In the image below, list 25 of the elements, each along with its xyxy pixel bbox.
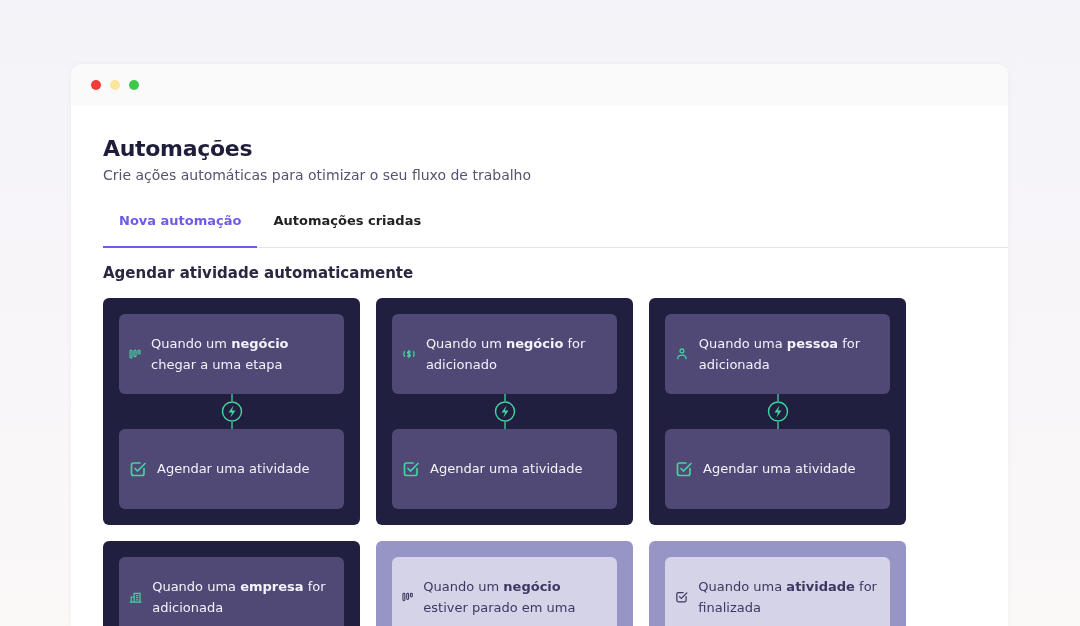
- window-control[interactable]: [129, 80, 139, 90]
- lightning-connector-icon: [493, 393, 516, 429]
- automation-card[interactable]: Quando um negócio for adicionado Agendar uma atividade: [376, 297, 633, 525]
- page-title: Automações: [103, 136, 254, 161]
- checkbox-icon: [129, 459, 147, 478]
- action-text: Agendar uma atividade: [703, 460, 856, 478]
- tab[interactable]: Automações criadas: [257, 213, 438, 248]
- action-text: Agendar uma atividade: [157, 460, 310, 478]
- trigger-text: Quando um negócio chegar a uma etapa: [151, 334, 290, 374]
- action-text: Agendar uma atividade: [430, 460, 583, 478]
- page-subtitle: Crie ações automáticas para otimizar o seu fluxo de trabalho: [103, 167, 533, 183]
- checkbox-icon: [675, 459, 693, 478]
- trigger-text: Quando uma pessoa for adicionada: [698, 334, 862, 374]
- lightning-connector-icon: [220, 393, 243, 429]
- checkbox-icon: [402, 459, 420, 478]
- automation-card[interactable]: Quando uma pessoa for adicionada Agendar uma atividade: [649, 297, 906, 525]
- window-control[interactable]: [91, 80, 101, 90]
- lightning-connector-icon: [766, 393, 789, 429]
- trigger-text: Quando um negócio for adicionado: [425, 334, 587, 374]
- automation-card[interactable]: Quando uma empresa for adicionada: [103, 540, 360, 626]
- tab[interactable]: Nova automação: [103, 213, 258, 248]
- trigger-text: Quando um negócio estiver parado em uma: [423, 577, 577, 617]
- section-title: Agendar atividade automaticamente: [103, 263, 415, 282]
- trigger-text: Quando uma empresa for adicionada: [152, 577, 327, 617]
- trigger-text: Quando uma atividade for finalizada: [698, 577, 878, 617]
